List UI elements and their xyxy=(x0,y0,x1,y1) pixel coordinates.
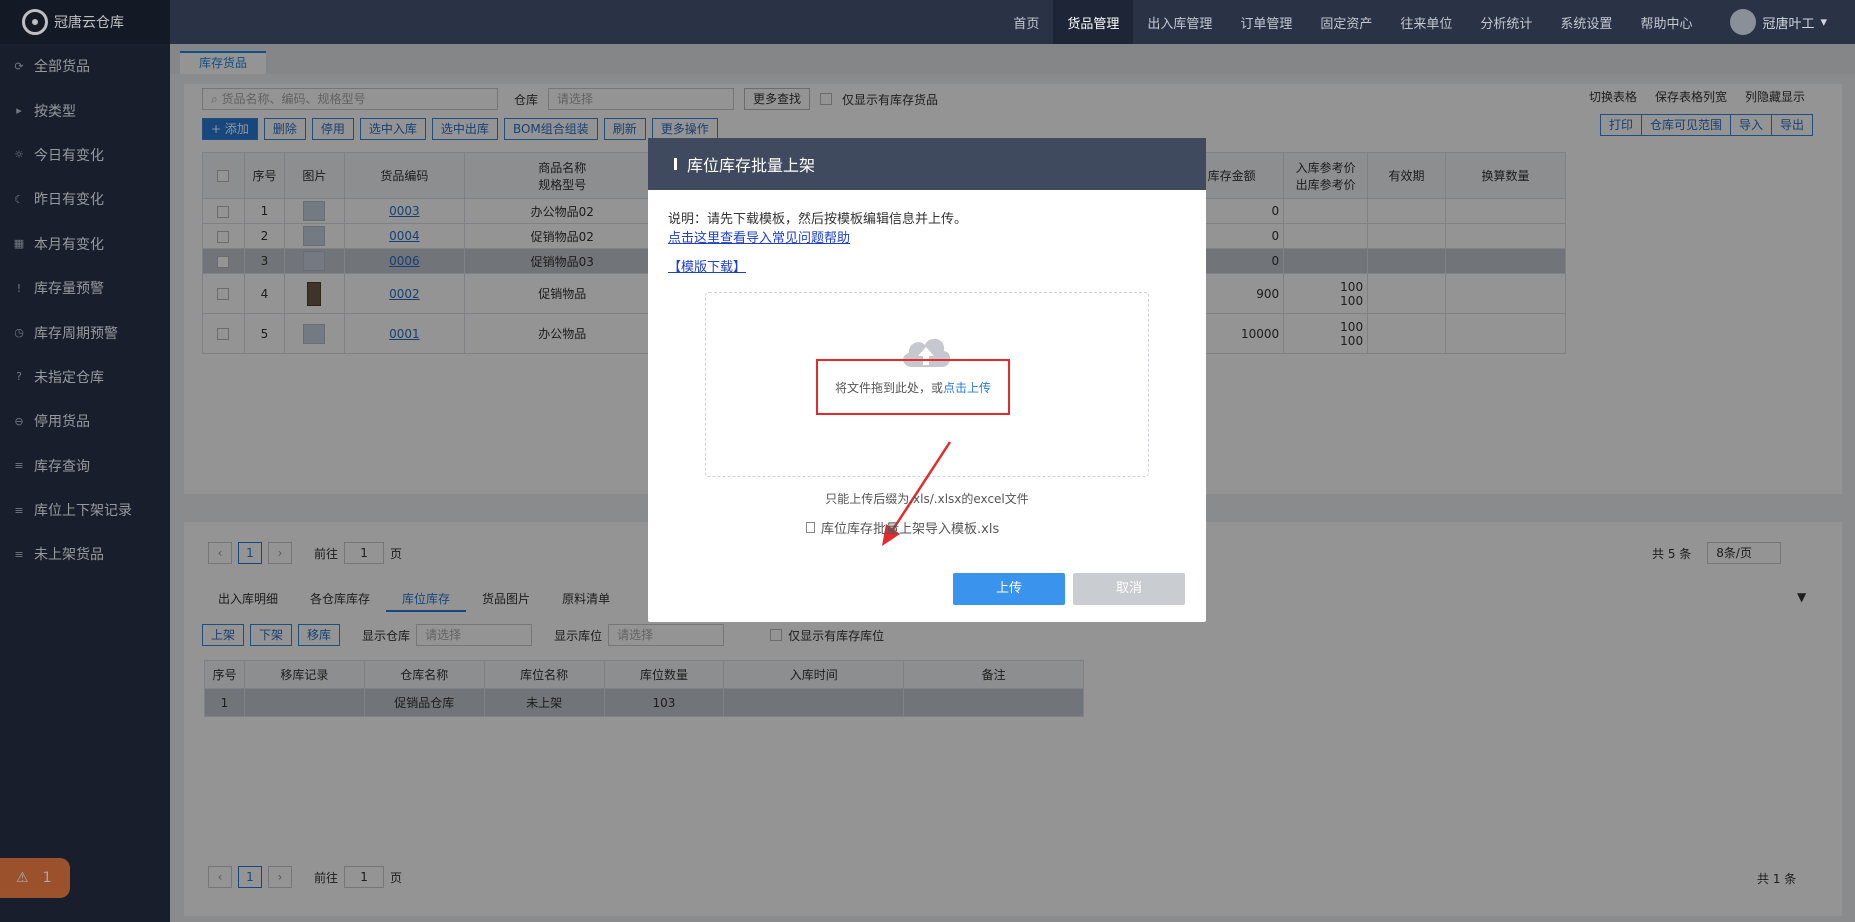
cancel-button[interactable]: 取消 xyxy=(1073,573,1185,605)
top-nav: 首页 货品管理 出入库管理 订单管理 固定资产 往来单位 分析统计 系统设置 帮助中心 冠唐叶工… xyxy=(170,0,1855,44)
title-bar-icon xyxy=(674,158,677,170)
modal-title: 库位库存批量上架 xyxy=(687,156,816,175)
upload-button[interactable]: 上传 xyxy=(953,573,1065,605)
topnav-item-2[interactable]: 出入库管理 xyxy=(1133,0,1226,44)
topnav-item-0[interactable]: 首页 xyxy=(999,0,1053,44)
topnav-item-8[interactable]: 帮助中心 xyxy=(1626,0,1706,44)
help-link[interactable]: 点击这里查看导入常见问题帮助 xyxy=(668,227,850,246)
file-name: 库位库存批量上架导入模板.xls xyxy=(821,522,1000,537)
modal-header: 库位库存批量上架 xyxy=(648,138,1206,190)
template-download-link[interactable]: 【模版下载】 xyxy=(668,256,746,275)
sidebar-overlay xyxy=(0,0,170,922)
user-menu[interactable]: 冠唐叶工 ▾ xyxy=(1706,9,1855,35)
topnav-item-6[interactable]: 分析统计 xyxy=(1466,0,1546,44)
chevron-down-icon: ▾ xyxy=(1820,14,1827,30)
topnav-item-5[interactable]: 往来单位 xyxy=(1386,0,1466,44)
topnav-item-4[interactable]: 固定资产 xyxy=(1306,0,1386,44)
uploaded-file[interactable]: 库位库存批量上架导入模板.xls xyxy=(806,518,999,537)
click-upload-link[interactable]: 点击上传 xyxy=(943,379,991,396)
topnav-item-1[interactable]: 货品管理 xyxy=(1053,0,1134,44)
user-name: 冠唐叶工 xyxy=(1762,16,1815,32)
topnav-item-3[interactable]: 订单管理 xyxy=(1226,0,1306,44)
drop-text: 将文件拖到此处，或 xyxy=(834,380,943,395)
topnav-item-7[interactable]: 系统设置 xyxy=(1546,0,1626,44)
upload-note: 只能上传后缀为.xls/.xlsx的excel文件 xyxy=(825,492,1029,506)
batch-shelve-modal: 库位库存批量上架 说明：请先下载模板，然后按模板编辑信息并上传。 点击这里查看导… xyxy=(648,138,1206,622)
avatar xyxy=(1730,9,1757,35)
drop-text-box: 将文件拖到此处，或 点击上传 xyxy=(816,359,1010,415)
modal-description: 说明：请先下载模板，然后按模板编辑信息并上传。 xyxy=(668,212,968,227)
file-icon xyxy=(806,522,815,533)
